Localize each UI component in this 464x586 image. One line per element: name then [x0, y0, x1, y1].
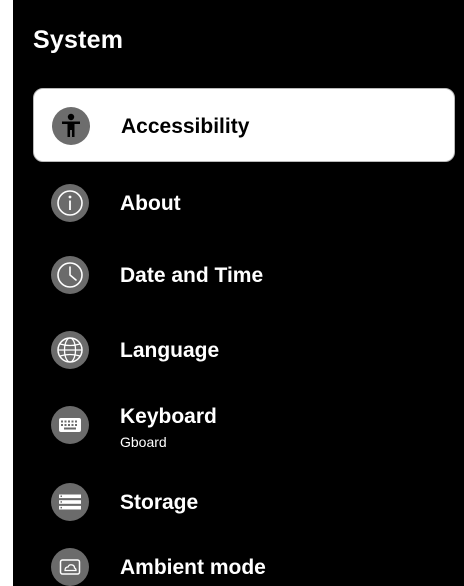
- menu-item-label: Ambient mode: [120, 556, 266, 579]
- menu-item-label: About: [120, 192, 181, 215]
- ambient-mode-icon: [51, 548, 89, 586]
- menu-item-accessibility[interactable]: Accessibility: [33, 88, 455, 162]
- menu-item-sublabel: Gboard: [120, 434, 167, 450]
- accessibility-icon: [52, 107, 90, 145]
- keyboard-icon: [51, 406, 89, 444]
- storage-icon: [51, 483, 89, 521]
- page-title: System: [33, 26, 124, 54]
- menu-item-storage[interactable]: Storage: [33, 465, 455, 539]
- menu-item-language[interactable]: Language: [33, 313, 455, 387]
- menu-item-label: Language: [120, 339, 220, 362]
- menu-item-ambient-mode[interactable]: Ambient mode: [33, 530, 455, 586]
- system-settings-panel: System Accessibility About Date and Time…: [13, 0, 464, 586]
- menu-item-date-and-time[interactable]: Date and Time: [33, 238, 455, 312]
- menu-item-label: Keyboard: [120, 405, 217, 428]
- menu-item-label: Date and Time: [120, 264, 264, 287]
- clock-icon: [51, 256, 89, 294]
- menu-item-about[interactable]: About: [33, 166, 455, 240]
- menu-item-label: Accessibility: [121, 115, 250, 138]
- globe-icon: [51, 331, 89, 369]
- menu-item-label: Storage: [120, 491, 199, 514]
- info-icon: [51, 184, 89, 222]
- menu-item-keyboard[interactable]: Keyboard Gboard: [33, 388, 455, 462]
